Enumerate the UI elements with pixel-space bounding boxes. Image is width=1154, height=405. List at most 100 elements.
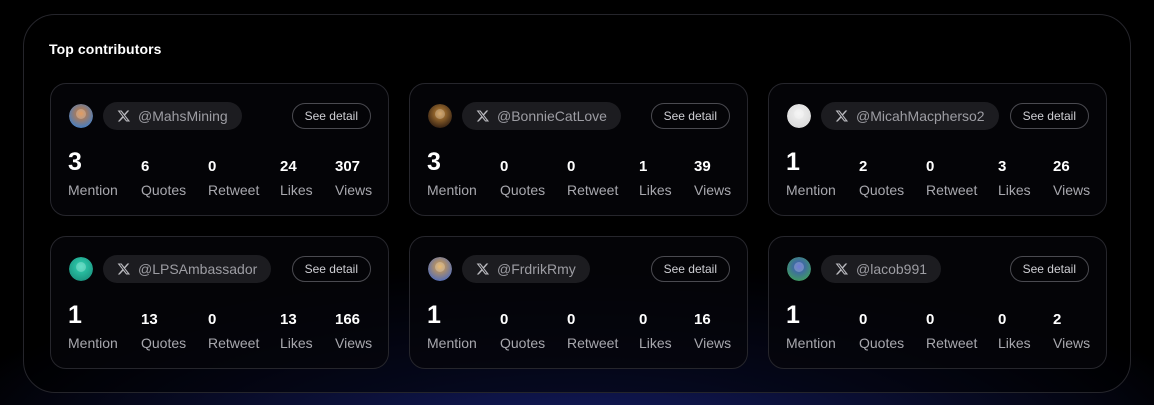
stats-row: 3 Mention 0 Quotes 0 Retweet 1 Likes 39 … <box>410 84 747 215</box>
views-value: 307 <box>335 158 361 175</box>
top-contributors-panel: Top contributors @MahsMining See detail <box>23 14 1131 393</box>
stat-quotes: 0 Quotes <box>859 301 904 351</box>
stat-mention: 3 Mention <box>427 148 477 198</box>
views-label: Views <box>694 335 732 351</box>
quotes-label: Quotes <box>500 335 546 351</box>
stat-views: 26 Views <box>1053 148 1090 198</box>
quotes-label: Quotes <box>859 182 905 198</box>
stats-row: 1 Mention 2 Quotes 0 Retweet 3 Likes 26 … <box>769 84 1106 215</box>
retweet-value: 0 <box>926 158 935 175</box>
contributor-card: @LPSAmbassador See detail 1 Mention 13 Q… <box>50 236 389 369</box>
mention-value: 3 <box>68 148 82 176</box>
mention-label: Mention <box>427 335 477 351</box>
quotes-value: 13 <box>141 311 158 328</box>
stats-row: 1 Mention 13 Quotes 0 Retweet 13 Likes 1… <box>51 237 388 368</box>
quotes-label: Quotes <box>141 182 187 198</box>
likes-label: Likes <box>998 335 1031 351</box>
stat-retweet: 0 Retweet <box>926 301 977 351</box>
retweet-label: Retweet <box>926 182 978 198</box>
quotes-value: 0 <box>500 311 509 328</box>
retweet-label: Retweet <box>208 182 260 198</box>
retweet-value: 0 <box>567 158 576 175</box>
stats-row: 3 Mention 6 Quotes 0 Retweet 24 Likes 30… <box>51 84 388 215</box>
stat-views: 2 Views <box>1053 301 1090 351</box>
quotes-label: Quotes <box>859 335 905 351</box>
stat-mention: 1 Mention <box>68 301 118 351</box>
contributor-card: @BonnieCatLove See detail 3 Mention 0 Qu… <box>409 83 748 216</box>
quotes-label: Quotes <box>500 182 546 198</box>
stat-likes: 1 Likes <box>639 148 672 198</box>
retweet-label: Retweet <box>567 335 619 351</box>
stat-retweet: 0 Retweet <box>567 148 618 198</box>
stat-views: 16 Views <box>694 301 731 351</box>
mention-value: 1 <box>427 301 441 329</box>
likes-value: 0 <box>998 311 1007 328</box>
retweet-value: 0 <box>208 158 217 175</box>
contributor-card: @lacob991 See detail 1 Mention 0 Quotes … <box>768 236 1107 369</box>
mention-label: Mention <box>786 335 836 351</box>
stat-mention: 1 Mention <box>786 148 836 198</box>
quotes-label: Quotes <box>141 335 187 351</box>
likes-label: Likes <box>998 182 1031 198</box>
contributors-grid: @MahsMining See detail 3 Mention 6 Quote… <box>50 83 1107 369</box>
stat-views: 39 Views <box>694 148 731 198</box>
stat-likes: 24 Likes <box>280 148 313 198</box>
contributor-card: @FrdrikRmy See detail 1 Mention 0 Quotes… <box>409 236 748 369</box>
likes-value: 24 <box>280 158 297 175</box>
likes-value: 13 <box>280 311 297 328</box>
mention-value: 1 <box>68 301 82 329</box>
quotes-value: 0 <box>500 158 509 175</box>
retweet-label: Retweet <box>208 335 260 351</box>
likes-label: Likes <box>639 335 672 351</box>
views-label: Views <box>694 182 732 198</box>
mention-value: 1 <box>786 148 800 176</box>
mention-value: 3 <box>427 148 441 176</box>
retweet-value: 0 <box>208 311 217 328</box>
panel-title: Top contributors <box>49 41 162 57</box>
retweet-label: Retweet <box>567 182 619 198</box>
views-label: Views <box>335 182 373 198</box>
stat-quotes: 0 Quotes <box>500 301 545 351</box>
mention-label: Mention <box>68 182 118 198</box>
stat-likes: 0 Likes <box>639 301 672 351</box>
likes-value: 0 <box>639 311 648 328</box>
likes-value: 3 <box>998 158 1007 175</box>
stats-row: 1 Mention 0 Quotes 0 Retweet 0 Likes 16 … <box>410 237 747 368</box>
views-label: Views <box>1053 182 1091 198</box>
stat-quotes: 0 Quotes <box>500 148 545 198</box>
stat-retweet: 0 Retweet <box>567 301 618 351</box>
quotes-value: 6 <box>141 158 150 175</box>
views-label: Views <box>335 335 373 351</box>
views-value: 16 <box>694 311 711 328</box>
stat-quotes: 13 Quotes <box>141 301 186 351</box>
stat-retweet: 0 Retweet <box>208 148 259 198</box>
quotes-value: 0 <box>859 311 868 328</box>
views-value: 166 <box>335 311 361 328</box>
stat-views: 307 Views <box>335 148 372 198</box>
mention-label: Mention <box>68 335 118 351</box>
stat-retweet: 0 Retweet <box>208 301 259 351</box>
mention-label: Mention <box>427 182 477 198</box>
retweet-value: 0 <box>567 311 576 328</box>
mention-label: Mention <box>786 182 836 198</box>
stat-views: 166 Views <box>335 301 372 351</box>
likes-label: Likes <box>280 182 313 198</box>
views-value: 39 <box>694 158 711 175</box>
retweet-value: 0 <box>926 311 935 328</box>
views-label: Views <box>1053 335 1091 351</box>
likes-value: 1 <box>639 158 648 175</box>
quotes-value: 2 <box>859 158 868 175</box>
stat-likes: 13 Likes <box>280 301 313 351</box>
stat-likes: 0 Likes <box>998 301 1031 351</box>
contributor-card: @MicahMacpherso2 See detail 1 Mention 2 … <box>768 83 1107 216</box>
stat-mention: 1 Mention <box>786 301 836 351</box>
stat-mention: 3 Mention <box>68 148 118 198</box>
retweet-label: Retweet <box>926 335 978 351</box>
stat-retweet: 0 Retweet <box>926 148 977 198</box>
views-value: 26 <box>1053 158 1070 175</box>
stat-mention: 1 Mention <box>427 301 477 351</box>
stat-quotes: 2 Quotes <box>859 148 904 198</box>
contributor-card: @MahsMining See detail 3 Mention 6 Quote… <box>50 83 389 216</box>
views-value: 2 <box>1053 311 1062 328</box>
stat-likes: 3 Likes <box>998 148 1031 198</box>
